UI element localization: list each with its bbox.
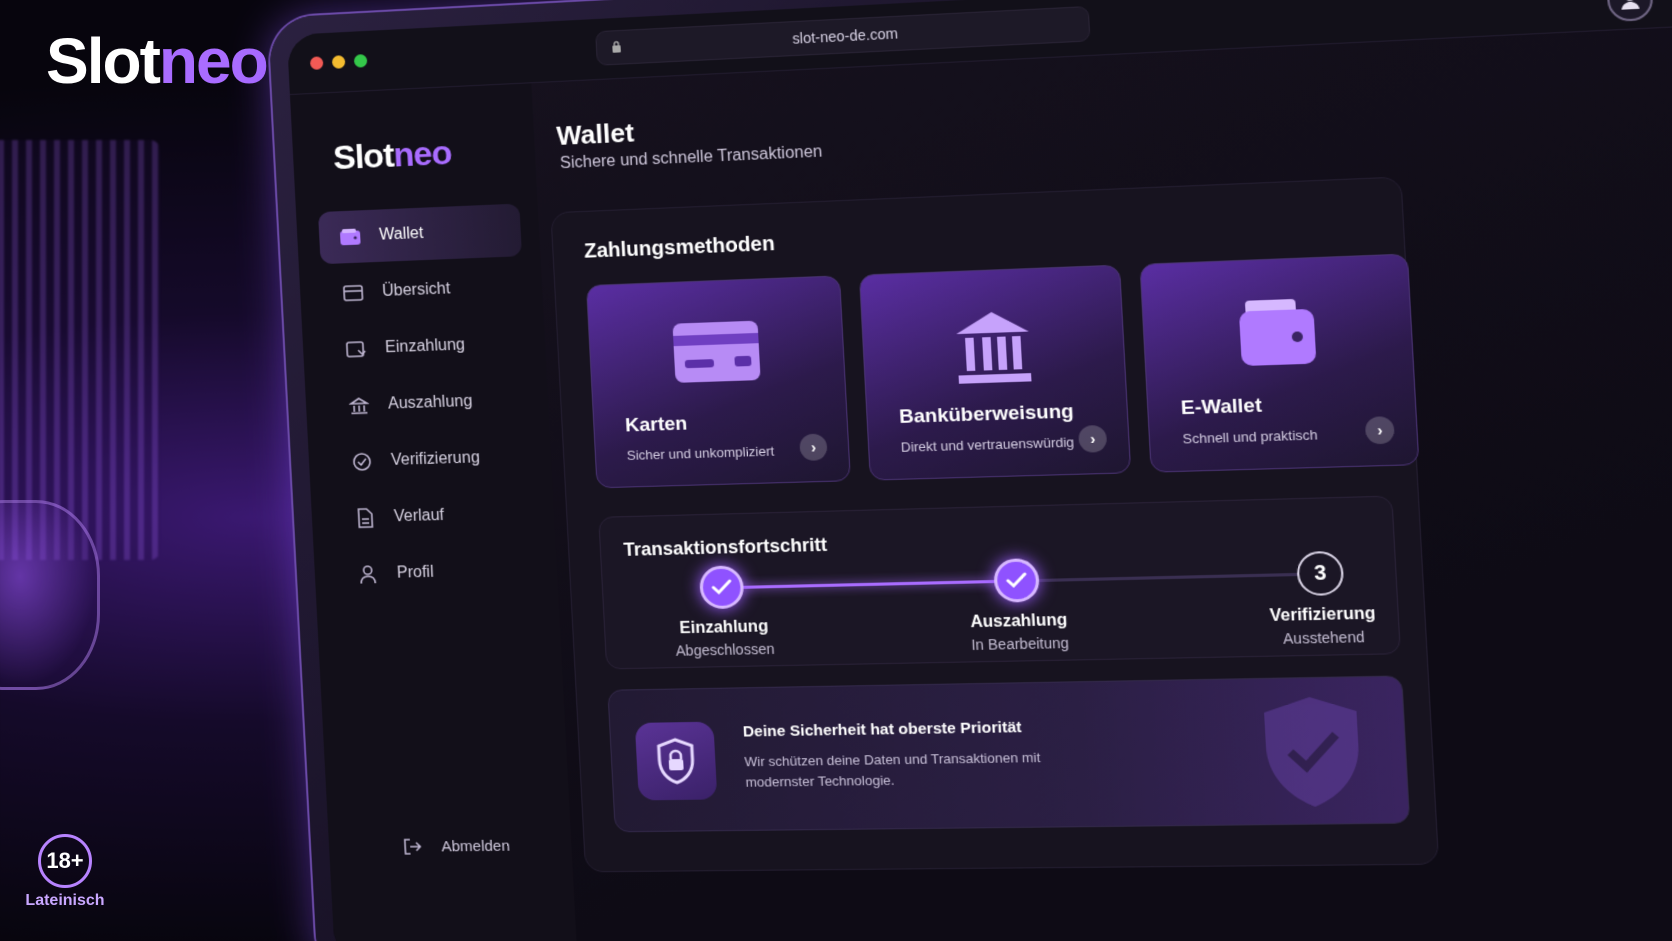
security-title: Deine Sicherheit hat oberste Priorität [742, 718, 1023, 741]
payment-card-title: Banküberweisung [898, 400, 1075, 429]
address-bar-url: slot-neo-de.com [791, 25, 899, 47]
sidebar-item-label: Verlauf [393, 506, 445, 526]
payment-card-title: E-Wallet [1180, 394, 1263, 420]
chevron-right-icon[interactable]: › [799, 433, 828, 462]
address-bar[interactable]: slot-neo-de.com [595, 5, 1091, 66]
chevron-right-icon[interactable]: › [1077, 424, 1108, 453]
age-restriction-badge: 18+ [38, 834, 92, 888]
overview-icon [340, 284, 367, 303]
payment-card-bankueberweisung[interactable]: Banküberweisung Direkt und vertrauenswür… [858, 264, 1132, 481]
sidebar-item-auszahlung[interactable]: Auszahlung [327, 374, 531, 433]
transaction-progress-title: Transaktionsfortschritt [623, 534, 828, 560]
sidebar-logo-part2: neo [392, 133, 453, 175]
progress-step-status: Abgeschlossen [675, 640, 775, 659]
sidebar: Slotneo Wallet Übersicht Einzahlung Ausz… [289, 83, 578, 941]
sidebar-item-label: Profil [396, 563, 435, 582]
sidebar-logo: Slotneo [332, 134, 452, 179]
payment-methods-list: Karten Sicher und unkompliziert › Banküb… [585, 253, 1420, 489]
age-badge-label: Lateinisch [25, 892, 105, 909]
transaction-progress: Transaktionsfortschritt Einzahlung Abges… [598, 495, 1401, 670]
bank-building-icon [862, 301, 1126, 393]
sidebar-item-wallet[interactable]: Wallet [317, 203, 523, 265]
background-bowl-decoration [0, 500, 100, 690]
sidebar-logo-part1: Slot [332, 136, 395, 178]
payment-card-e-wallet[interactable]: E-Wallet Schnell und praktisch › [1139, 253, 1420, 473]
user-icon [354, 564, 381, 585]
progress-step-number: 3 [1295, 550, 1345, 597]
logout-label: Abmelden [440, 837, 511, 855]
payment-card-subtitle: Schnell und praktisch [1182, 426, 1319, 447]
user-icon [1621, 0, 1640, 10]
main-content: Wallet Sichere und schnelle Transaktione… [531, 26, 1672, 941]
bank-icon [346, 396, 373, 415]
progress-step-label: Auszahlung [969, 611, 1068, 632]
brand-logo-part1: Slot [46, 25, 161, 97]
sidebar-item-label: Übersicht [381, 280, 451, 301]
security-banner: Deine Sicherheit hat oberste Priorität W… [607, 675, 1411, 833]
sidebar-item-label: Wallet [378, 224, 424, 244]
chevron-right-icon[interactable]: › [1364, 416, 1395, 445]
sidebar-item-label: Auszahlung [387, 392, 473, 413]
tablet-screen: slot-neo-de.com Slotneo Wallet Übersicht… [286, 0, 1672, 941]
sidebar-item-verlauf[interactable]: Verlauf [333, 487, 537, 545]
sidebar-item-uebersicht[interactable]: Übersicht [321, 260, 525, 320]
payment-card-karten[interactable]: Karten Sicher und unkompliziert › [585, 275, 851, 489]
progress-step-status: In Bearbeitung [970, 634, 1070, 654]
progress-step-label: Verifizierung [1269, 604, 1376, 626]
payment-card-subtitle: Direkt und vertrauenswürdig [900, 434, 1075, 455]
tablet-device: slot-neo-de.com Slotneo Wallet Übersicht… [268, 0, 1672, 941]
document-icon [351, 508, 378, 529]
progress-step-verifizierung: 3 Verifizierung Ausstehend [1210, 549, 1435, 649]
shield-check-icon [1254, 692, 1371, 817]
credit-card-icon [589, 311, 845, 391]
user-avatar-button[interactable] [1606, 0, 1654, 23]
progress-step-auszahlung: Auszahlung In Bearbeitung [909, 556, 1128, 654]
progress-step-label: Einzahlung [679, 618, 769, 638]
payment-methods-title: Zahlungsmethoden [583, 232, 776, 263]
window-minimize-button[interactable] [331, 55, 346, 69]
security-text: Wir schützen deine Daten und Transaktion… [744, 749, 1041, 790]
wallet-panel: Zahlungsmethoden Karten Sicher und unkom… [550, 176, 1440, 873]
wallet-icon [1142, 291, 1413, 376]
sidebar-item-label: Einzahlung [384, 336, 466, 357]
check-icon [698, 565, 745, 610]
wallet-icon [337, 227, 364, 246]
sidebar-item-label: Verifizierung [390, 449, 481, 469]
sidebar-item-verifizierung[interactable]: Verifizierung [330, 430, 534, 488]
deposit-icon [343, 340, 370, 359]
brand-logo: Slotneo [46, 24, 269, 98]
brand-logo-part2: neo [158, 25, 269, 97]
sidebar-item-profil[interactable]: Profil [336, 544, 540, 601]
payment-card-subtitle: Sicher und unkompliziert [626, 443, 775, 464]
progress-step-status: Ausstehend [1282, 628, 1365, 647]
sidebar-nav: Wallet Übersicht Einzahlung Auszahlung V… [317, 203, 540, 606]
check-icon [992, 558, 1041, 603]
logout-button[interactable]: Abmelden [399, 837, 511, 856]
background-glass-decoration [0, 140, 160, 560]
shield-lock-icon [634, 721, 718, 801]
check-circle-icon [348, 451, 375, 472]
window-maximize-button[interactable] [353, 54, 368, 68]
payment-card-title: Karten [624, 413, 688, 437]
sidebar-item-einzahlung[interactable]: Einzahlung [324, 317, 528, 377]
progress-step-einzahlung: Einzahlung Abgeschlossen [617, 563, 829, 660]
page-title: Wallet [555, 117, 635, 152]
window-close-button[interactable] [309, 56, 324, 70]
logout-icon [399, 837, 426, 855]
